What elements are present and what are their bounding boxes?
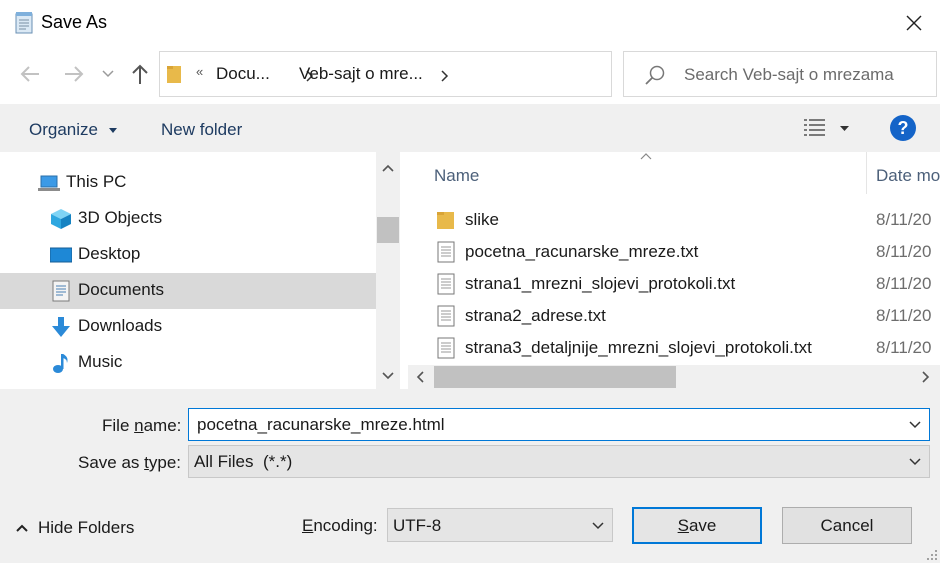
file-name: pocetna_racunarske_mreze.txt	[465, 242, 699, 261]
navigation-pane: This PC 3D Objects Desktop Documents Dow…	[0, 152, 400, 389]
hide-folders-button[interactable]: Hide Folders	[16, 518, 134, 538]
search-icon	[645, 65, 665, 85]
file-date: 8/11/20	[876, 274, 932, 293]
resize-grip-icon[interactable]	[926, 549, 938, 561]
chevron-down-icon[interactable]	[909, 421, 921, 429]
file-name-input[interactable]: pocetna_racunarske_mreze.html	[188, 408, 930, 441]
chevron-down-icon	[592, 522, 604, 530]
notepad-icon	[15, 12, 33, 34]
arrow-right-icon	[65, 66, 84, 82]
nav-item-music[interactable]: Music	[0, 345, 376, 381]
file-row[interactable]: slike 8/11/20	[408, 204, 940, 236]
sort-ascending-icon	[640, 153, 652, 160]
recent-locations-button[interactable]	[96, 60, 120, 88]
file-row[interactable]: strana2_adrese.txt 8/11/20	[408, 300, 940, 332]
cancel-button[interactable]: Cancel	[782, 507, 912, 544]
new-folder-button[interactable]: New folder	[161, 120, 242, 140]
cube-icon	[51, 209, 71, 229]
breadcrumb-veb-sajt[interactable]: Veb-sajt o mre...	[299, 64, 423, 84]
view-details-icon[interactable]	[803, 117, 827, 139]
search-placeholder: Search Veb-sajt o mrezama	[684, 65, 894, 84]
save-as-type-value: All Files (*.*)	[194, 452, 293, 471]
chevron-down-icon	[909, 458, 921, 466]
file-name: strana3_detaljnije_mrezni_slojevi_protok…	[465, 338, 812, 357]
back-button[interactable]	[16, 60, 44, 88]
file-row[interactable]: pocetna_racunarske_mreze.txt 8/11/20	[408, 236, 940, 268]
desktop-icon	[50, 247, 72, 263]
nav-item-documents[interactable]: Documents	[0, 273, 376, 309]
file-date: 8/11/20	[876, 242, 932, 261]
encoding-label: Encoding:	[302, 516, 378, 535]
encoding-select[interactable]: UTF-8	[387, 508, 613, 542]
folder-icon	[167, 66, 181, 83]
file-name: strana2_adrese.txt	[465, 306, 606, 325]
organize-button[interactable]: Organize	[29, 120, 117, 140]
save-as-type-label: Save as type:	[78, 453, 182, 472]
view-options-triangle-icon[interactable]	[840, 126, 849, 131]
pc-icon	[38, 175, 60, 191]
nav-scrollbar[interactable]	[376, 152, 400, 389]
file-name: slike	[465, 210, 500, 229]
save-as-type-select[interactable]: All Files (*.*)	[188, 445, 930, 478]
search-box[interactable]: Search Veb-sajt o mrezama	[623, 51, 937, 97]
file-row[interactable]: strana1_mrezni_slojevi_protokoli.txt 8/1…	[408, 268, 940, 300]
toolbar: Organize New folder ?	[0, 104, 940, 152]
scroll-left-icon[interactable]	[416, 371, 424, 383]
nav-item-downloads[interactable]: Downloads	[0, 309, 376, 345]
title-bar: Save As	[0, 0, 940, 46]
file-date: 8/11/20	[876, 338, 932, 357]
column-header: Name Date mo	[408, 152, 940, 198]
save-button[interactable]: Save	[632, 507, 762, 544]
file-name: strana1_mrezni_slojevi_protokoli.txt	[465, 274, 736, 293]
column-name[interactable]: Name	[434, 166, 479, 186]
dropdown-triangle-icon	[108, 128, 117, 134]
close-icon	[906, 15, 922, 31]
nav-item-this-pc[interactable]: This PC	[0, 165, 376, 201]
documents-icon	[52, 280, 70, 302]
address-overflow[interactable]: «	[196, 64, 203, 79]
nav-item-3d-objects[interactable]: 3D Objects	[0, 201, 376, 237]
column-date-modified[interactable]: Date mo	[876, 166, 940, 186]
forward-button[interactable]	[60, 60, 88, 88]
text-file-icon	[437, 337, 455, 359]
nav-item-desktop[interactable]: Desktop	[0, 237, 376, 273]
file-list-scrollbar-thumb[interactable]	[434, 366, 676, 388]
text-file-icon	[437, 305, 455, 327]
folder-icon	[437, 212, 454, 229]
close-button[interactable]	[890, 6, 938, 40]
download-icon	[52, 317, 70, 337]
file-name-label: File name:	[102, 416, 182, 435]
music-icon	[53, 354, 68, 373]
chevron-down-icon	[102, 70, 114, 78]
text-file-icon	[437, 273, 455, 295]
file-name-value: pocetna_racunarske_mreze.html	[197, 415, 445, 434]
arrow-left-icon	[20, 66, 39, 82]
arrow-up-icon	[132, 64, 148, 84]
chevron-right-icon[interactable]	[441, 70, 449, 82]
scroll-right-icon[interactable]	[922, 371, 930, 383]
file-list: Name Date mo slike 8/11/20 pocetna_racun…	[408, 152, 940, 389]
encoding-value: UTF-8	[393, 516, 442, 535]
window-title: Save As	[41, 12, 108, 32]
chevron-up-icon	[16, 524, 28, 532]
breadcrumb-documents[interactable]: Docu...	[216, 64, 270, 84]
help-icon[interactable]: ?	[890, 115, 916, 141]
scroll-up-icon[interactable]	[382, 164, 394, 172]
scroll-down-icon[interactable]	[382, 372, 394, 380]
up-button[interactable]	[126, 60, 154, 88]
address-bar[interactable]: « Docu... Veb-sajt o mre...	[159, 51, 751, 97]
column-divider[interactable]	[866, 152, 867, 194]
text-file-icon	[437, 241, 455, 263]
file-date: 8/11/20	[876, 306, 932, 325]
nav-scrollbar-thumb[interactable]	[377, 217, 399, 243]
file-date: 8/11/20	[876, 210, 932, 229]
file-row[interactable]: strana3_detaljnije_mrezni_slojevi_protok…	[408, 332, 940, 364]
